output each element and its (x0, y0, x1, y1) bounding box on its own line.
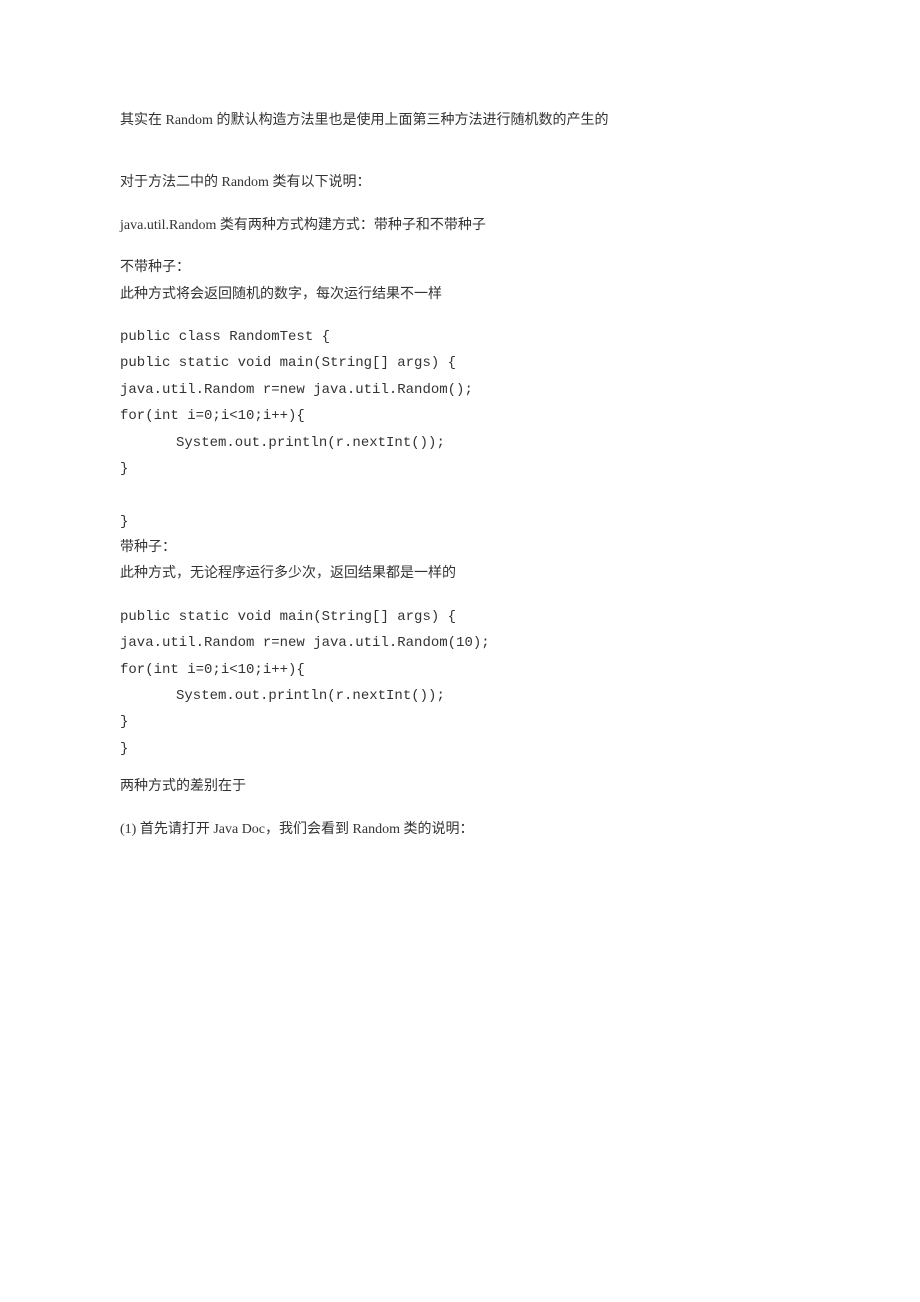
paragraph: (1) 首先请打开 Java Doc，我们会看到 Random 类的说明： (120, 819, 800, 841)
paragraph: 带种子： (120, 537, 800, 559)
paragraph: 其实在 Random 的默认构造方法里也是使用上面第三种方法进行随机数的产生的 (120, 110, 800, 132)
paragraph: java.util.Random 类有两种方式构建方式：带种子和不带种子 (120, 215, 800, 237)
code-line: } (120, 711, 800, 733)
code-line: public class RandomTest { (120, 326, 800, 348)
code-line: java.util.Random r=new java.util.Random(… (120, 379, 800, 401)
code-line: } (120, 511, 800, 533)
paragraph: 此种方式，无论程序运行多少次，返回结果都是一样的 (120, 563, 800, 585)
code-line: for(int i=0;i<10;i++){ (120, 405, 800, 427)
code-line: public static void main(String[] args) { (120, 352, 800, 374)
paragraph: 此种方式将会返回随机的数字，每次运行结果不一样 (120, 284, 800, 306)
code-line: System.out.println(r.nextInt()); (120, 432, 800, 454)
code-line: java.util.Random r=new java.util.Random(… (120, 632, 800, 654)
code-line: for(int i=0;i<10;i++){ (120, 659, 800, 681)
code-line: } (120, 458, 800, 480)
code-line: public static void main(String[] args) { (120, 606, 800, 628)
document-page: 其实在 Random 的默认构造方法里也是使用上面第三种方法进行随机数的产生的 … (0, 0, 920, 921)
code-line: } (120, 738, 800, 760)
paragraph: 两种方式的差别在于 (120, 776, 800, 798)
code-line: System.out.println(r.nextInt()); (120, 685, 800, 707)
paragraph: 对于方法二中的 Random 类有以下说明： (120, 172, 800, 194)
paragraph: 不带种子： (120, 257, 800, 279)
